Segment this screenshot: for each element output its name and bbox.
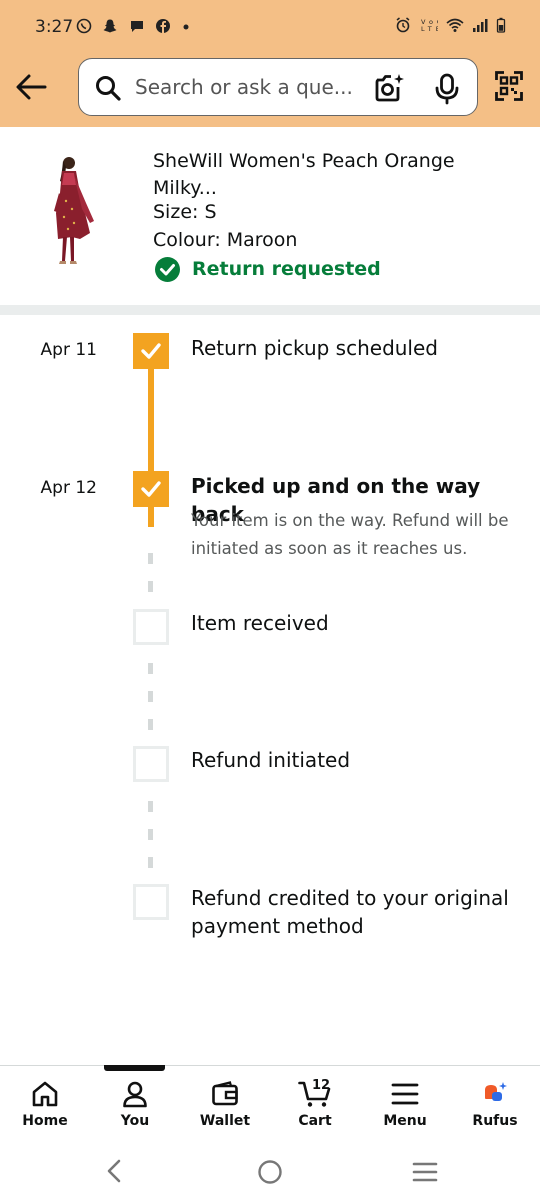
nav-label: Wallet (199, 1113, 251, 1129)
timeline-step-label: Refund initiated (191, 748, 351, 772)
search-icon (96, 76, 121, 101)
timeline-dash (148, 663, 153, 674)
system-back-icon[interactable] (104, 1159, 124, 1183)
chat-icon (130, 21, 143, 32)
whatsapp-icon (76, 18, 92, 34)
nav-label: Menu (383, 1113, 427, 1129)
nav-label: Cart (298, 1113, 332, 1129)
status-time: 3:27 (35, 17, 74, 37)
timeline-step-label: Item received (191, 611, 329, 635)
back-arrow-icon[interactable] (14, 72, 48, 102)
search-input[interactable]: Search or ask a que... (135, 75, 353, 99)
dot-icon (183, 24, 189, 30)
menu-icon (391, 1083, 419, 1105)
product-summary[interactable]: SheWill Women's Peach Orange Milky... Si… (0, 127, 540, 305)
timeline-dash (148, 801, 153, 812)
timeline-progress-line (148, 507, 154, 527)
check-circle-icon (155, 257, 180, 282)
timeline-progress-line (148, 355, 154, 489)
status-bar: 3:27 VoOLTE (0, 0, 540, 56)
home-icon (32, 1081, 58, 1107)
snapchat-icon (103, 19, 117, 33)
return-timeline: Apr 11 Return pickup scheduled Apr 12 Pi… (0, 315, 540, 1055)
timeline-step-label: Refund credited to your original payment… (191, 886, 509, 938)
qr-scan-icon[interactable] (495, 71, 523, 101)
product-title[interactable]: SheWill Women's Peach Orange Milky... (153, 148, 503, 202)
section-divider (0, 305, 540, 315)
microphone-icon[interactable] (434, 73, 460, 105)
nav-menu[interactable]: Menu (360, 1066, 450, 1140)
rufus-icon (485, 1082, 507, 1101)
system-navigation-bar (0, 1140, 540, 1200)
signal-icon (472, 19, 488, 32)
timeline-dash (148, 553, 153, 564)
nav-label: You (120, 1113, 150, 1129)
nav-wallet[interactable]: Wallet (180, 1066, 270, 1140)
timeline-step-label: Return pickup scheduled (191, 336, 438, 360)
step-checked-icon (133, 333, 169, 369)
notification-icons (76, 18, 190, 36)
return-status-text: Return requested (192, 258, 381, 280)
step-unchecked-icon (133, 884, 169, 920)
alarm-icon (396, 17, 410, 33)
product-size: Size: S (153, 201, 217, 223)
timeline-dash (148, 581, 153, 592)
camera-search-icon[interactable] (374, 73, 406, 103)
bottom-navigation: Home You Wallet Cart 12 Menu Rufus (0, 1065, 540, 1140)
volte-icon: VoOLTE (421, 18, 442, 33)
system-status-icons: VoOLTE (395, 17, 506, 35)
step-unchecked-icon (133, 609, 169, 645)
timeline-dash (148, 829, 153, 840)
step-unchecked-icon (133, 746, 169, 782)
user-icon (123, 1081, 147, 1108)
product-colour: Colour: Maroon (153, 229, 298, 251)
timeline-dash (148, 857, 153, 868)
nav-you[interactable]: You (90, 1066, 180, 1140)
timeline-date: Apr 12 (40, 478, 97, 498)
facebook-icon (156, 19, 171, 33)
system-home-icon[interactable] (257, 1159, 283, 1185)
search-bar[interactable]: Search or ask a que... (78, 58, 478, 116)
cart-count-badge: 12 (312, 1078, 331, 1093)
svg-text:LTE: LTE (421, 25, 438, 33)
timeline-step-description: Your item is on the way. Refund will be … (191, 511, 509, 558)
battery-icon (496, 17, 506, 33)
product-image[interactable] (50, 153, 98, 271)
wifi-icon (446, 18, 464, 32)
nav-label: Home (22, 1113, 68, 1129)
system-recents-icon[interactable] (412, 1161, 438, 1183)
nav-home[interactable]: Home (0, 1066, 90, 1140)
timeline-date: Apr 11 (40, 340, 97, 360)
nav-label: Rufus (472, 1113, 518, 1129)
app-header: 3:27 VoOLTE Search or ask a que... (0, 0, 540, 127)
step-checked-icon (133, 471, 169, 507)
wallet-icon (212, 1081, 238, 1106)
timeline-dash (148, 719, 153, 730)
nav-rufus[interactable]: Rufus (450, 1066, 540, 1140)
timeline-dash (148, 691, 153, 702)
